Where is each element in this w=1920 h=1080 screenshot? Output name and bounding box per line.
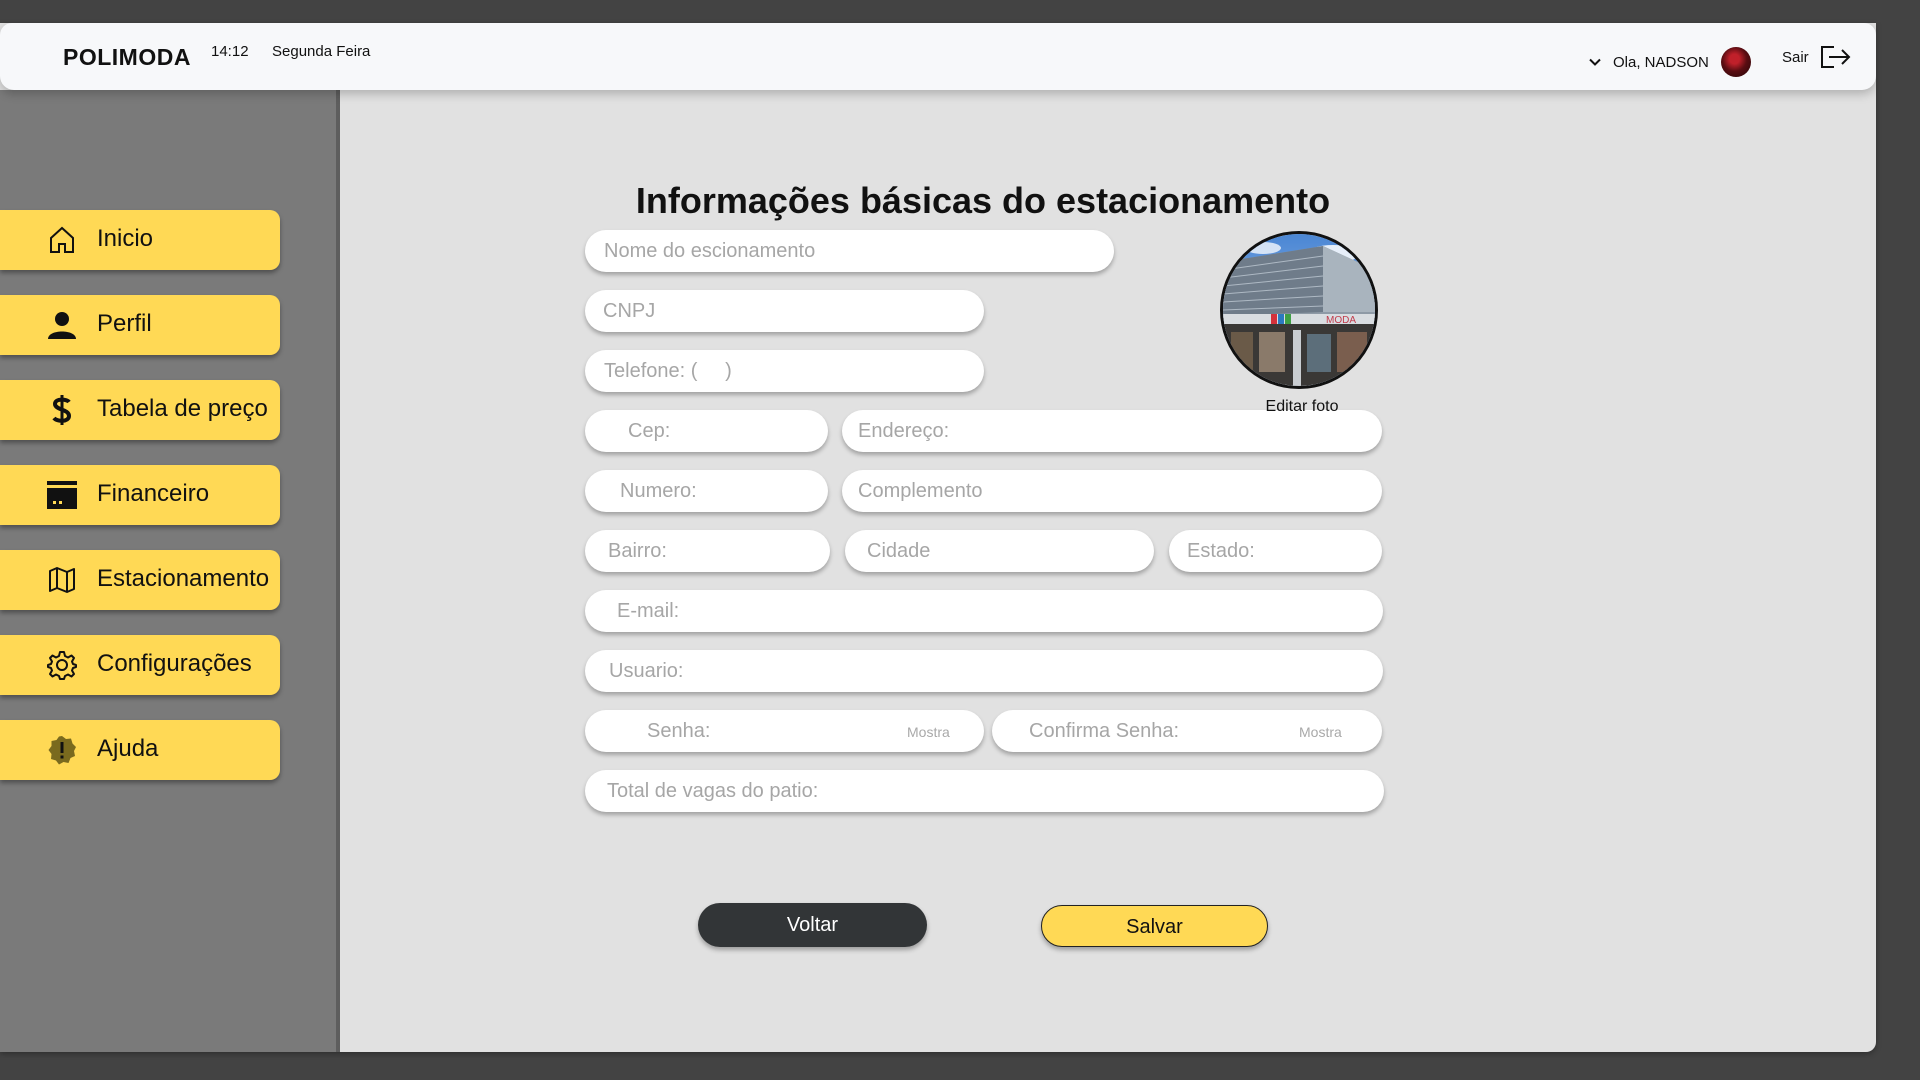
edit-photo-link[interactable]: Editar foto (1210, 398, 1394, 416)
alert-badge-icon (46, 734, 78, 766)
sidebar-item-inicio[interactable]: Inicio (0, 210, 280, 270)
sidebar-item-label: Tabela de preço (97, 395, 268, 422)
user-menu[interactable]: Ola, NADSON (1587, 47, 1751, 77)
clock-time: 14:12 (211, 43, 249, 60)
logout-label: Sair (1782, 48, 1809, 66)
cnpj-input[interactable] (585, 290, 984, 332)
sidebar-item-label: Perfil (97, 310, 152, 337)
total-vagas-input[interactable] (585, 770, 1384, 812)
bairro-input[interactable] (585, 530, 830, 572)
sidebar: Inicio Perfil Tabela de preço Financeiro (0, 90, 340, 1052)
gear-icon (46, 649, 78, 681)
sidebar-item-financeiro[interactable]: Financeiro (0, 465, 280, 525)
sidebar-item-label: Financeiro (97, 480, 210, 507)
telefone-field[interactable] (585, 350, 984, 392)
user-greeting: Ola, NADSON (1613, 53, 1709, 71)
sidebar-item-label: Inicio (97, 225, 154, 252)
cep-input[interactable] (585, 410, 828, 452)
map-icon (46, 564, 78, 596)
estado-field[interactable] (1169, 530, 1382, 572)
sidebar-item-label: Estacionamento (97, 565, 270, 592)
sidebar-item-label: Ajuda (97, 735, 159, 762)
endereco-input[interactable] (842, 410, 1382, 452)
sidebar-item-configuracoes[interactable]: Configurações (0, 635, 280, 695)
home-icon (46, 224, 78, 256)
nome-input[interactable] (585, 230, 1114, 272)
sidebar-item-perfil[interactable]: Perfil (0, 295, 280, 355)
back-button[interactable]: Voltar (698, 903, 927, 947)
parking-photo[interactable]: MODA (1220, 231, 1378, 389)
email-input[interactable] (585, 590, 1383, 632)
sidebar-item-ajuda[interactable]: Ajuda (0, 720, 280, 780)
complemento-field[interactable] (842, 470, 1382, 512)
page-title: Informações básicas do estacionamento (635, 180, 1331, 221)
finance-icon (46, 479, 78, 511)
cidade-field[interactable] (845, 530, 1154, 572)
show-confirm-password-toggle[interactable]: Mostra (1299, 724, 1342, 740)
usuario-input[interactable] (585, 650, 1383, 692)
endereco-field[interactable] (842, 410, 1382, 452)
weekday-label: Segunda Feira (272, 43, 371, 60)
total-vagas-field[interactable] (585, 770, 1384, 812)
cnpj-field[interactable] (585, 290, 984, 332)
numero-field[interactable] (585, 470, 828, 512)
logout-button[interactable]: Sair (1782, 45, 1853, 69)
bairro-field[interactable] (585, 530, 830, 572)
brand-logo: POLIMODA (63, 44, 191, 70)
cep-field[interactable] (585, 410, 828, 452)
save-button[interactable]: Salvar (1041, 905, 1268, 947)
app-window: POLIMODA 14:12 Segunda Feira Ola, NADSON… (0, 23, 1876, 1052)
sidebar-item-tabela-de-preco[interactable]: Tabela de preço (0, 380, 280, 440)
top-bar: POLIMODA 14:12 Segunda Feira Ola, NADSON… (0, 23, 1876, 90)
confirma-senha-field[interactable]: Mostra (992, 710, 1382, 752)
building-photo-image: MODA (1223, 234, 1375, 386)
telefone-input[interactable] (585, 350, 984, 392)
show-password-toggle[interactable]: Mostra (907, 724, 950, 740)
complemento-input[interactable] (842, 470, 1382, 512)
cidade-input[interactable] (845, 530, 1154, 572)
sidebar-item-label: Configurações (97, 650, 252, 677)
sidebar-item-estacionamento[interactable]: Estacionamento (0, 550, 280, 610)
dollar-icon (46, 394, 78, 426)
estado-input[interactable] (1169, 530, 1382, 572)
senha-field[interactable]: Mostra (585, 710, 984, 752)
chevron-down-icon[interactable] (1587, 54, 1603, 70)
nome-field[interactable] (585, 230, 1114, 272)
avatar[interactable] (1720, 47, 1751, 77)
logout-icon (1819, 45, 1853, 69)
numero-input[interactable] (585, 470, 828, 512)
usuario-field[interactable] (585, 650, 1383, 692)
user-icon (46, 309, 78, 341)
main-content: Informações básicas do estacionamento No… (340, 90, 1876, 1052)
email-field[interactable] (585, 590, 1383, 632)
